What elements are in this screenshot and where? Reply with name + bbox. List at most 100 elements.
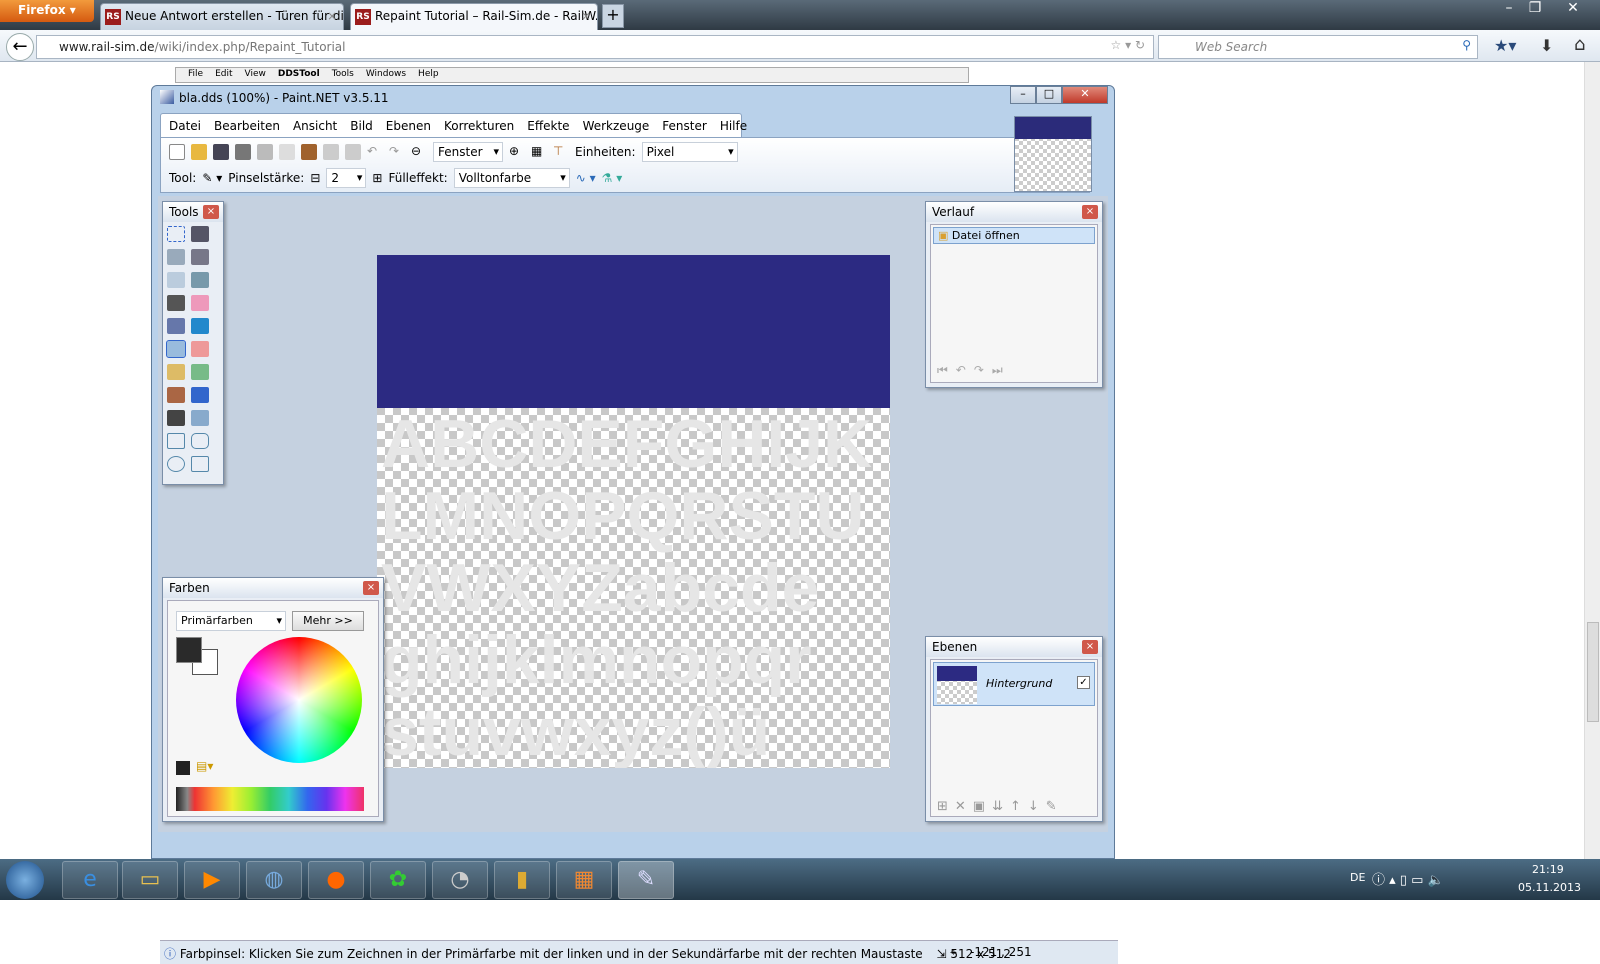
text-icon[interactable] [167, 410, 185, 426]
undo-icon[interactable]: ↶ [367, 144, 383, 160]
gradient-icon[interactable] [191, 318, 209, 334]
menu-bild[interactable]: Bild [350, 119, 373, 133]
download-icon[interactable]: ⬇ [1540, 36, 1553, 55]
restore-icon[interactable]: ❐ [1518, 0, 1552, 16]
icq-icon[interactable]: ✿ [370, 861, 426, 899]
lasso-icon[interactable] [167, 249, 185, 265]
tab-neue-antwort[interactable]: RS Neue Antwort erstellen - Türen für di.… [100, 3, 344, 30]
menu-effekte[interactable]: Effekte [527, 119, 569, 133]
save-icon[interactable] [213, 144, 229, 160]
print-icon[interactable] [235, 144, 251, 160]
gimp-icon[interactable]: ◔ [432, 861, 488, 899]
close-icon[interactable]: ✕ [1556, 0, 1590, 16]
menu-view[interactable]: View [245, 69, 266, 79]
close-panel-icon[interactable]: × [363, 581, 379, 595]
menu-tools[interactable]: Tools [332, 69, 354, 79]
pencil-icon[interactable] [167, 364, 185, 380]
open-file-icon[interactable] [191, 144, 207, 160]
menu-file[interactable]: File [188, 69, 203, 79]
tray-icons[interactable]: ⓘ ▴ ▯ ▭ 🔈 [1372, 869, 1444, 888]
close-tab-icon[interactable]: × [327, 9, 337, 23]
copy-icon[interactable] [279, 144, 295, 160]
menu-korrekturen[interactable]: Korrekturen [444, 119, 514, 133]
zoom-tool-icon[interactable] [191, 272, 209, 288]
color-mode-select[interactable]: Primärfarben [176, 611, 286, 631]
move-selected-icon[interactable] [191, 249, 209, 265]
menu-datei[interactable]: Datei [169, 119, 201, 133]
zoom-in-icon[interactable]: ⊕ [509, 144, 525, 160]
grid-icon[interactable]: ▦ [531, 144, 547, 160]
line-icon[interactable] [191, 410, 209, 426]
back-button[interactable]: ← [6, 33, 34, 61]
paintbrush-tool-icon[interactable]: ✎ ▾ [202, 171, 222, 185]
color-palette[interactable] [176, 787, 364, 811]
antialiasing-icon[interactable]: ∿ ▾ [576, 171, 596, 185]
color-picker-icon[interactable] [191, 364, 209, 380]
close-tab-icon[interactable]: × [581, 9, 591, 23]
zoom-out-icon[interactable]: ⊖ [411, 144, 427, 160]
menu-hilfe[interactable]: Hilfe [720, 119, 747, 133]
clock-date[interactable]: 05.11.2013 [1518, 881, 1581, 894]
menu-ddstool[interactable]: DDSTool [278, 69, 320, 79]
page-scrollbar[interactable] [1584, 62, 1600, 859]
rectangle-icon[interactable] [167, 433, 185, 449]
close-panel-icon[interactable]: × [1082, 205, 1098, 219]
rounded-rectangle-icon[interactable] [191, 433, 209, 449]
office-app-icon[interactable]: ▦ [556, 861, 612, 899]
explorer-icon[interactable]: ▭ [122, 861, 178, 899]
remote-desktop-icon[interactable]: ◍ [246, 861, 302, 899]
menu-help[interactable]: Help [418, 69, 439, 79]
eraser-icon[interactable] [191, 341, 209, 357]
magic-wand-icon[interactable] [167, 295, 185, 311]
paste-icon[interactable] [301, 144, 317, 160]
paintnet-taskbar-icon[interactable]: ✎ [618, 861, 674, 899]
menu-windows[interactable]: Windows [366, 69, 406, 79]
url-bar[interactable]: www.rail-sim.de/wiki/index.php/Repaint_T… [36, 35, 1154, 59]
start-button[interactable] [6, 861, 44, 899]
minimize-button[interactable]: – [1010, 86, 1036, 104]
new-tab-button[interactable]: + [602, 4, 624, 28]
increase-width-icon[interactable]: ⊞ [372, 171, 382, 185]
ellipse-icon[interactable] [167, 456, 185, 472]
clock-time[interactable]: 21:19 [1532, 863, 1564, 876]
home-icon[interactable]: ⌂ [1574, 34, 1585, 55]
blend-mode-icon[interactable]: ⚗ ▾ [602, 171, 623, 185]
bucket-icon[interactable] [167, 318, 185, 334]
more-button[interactable]: Mehr >> [292, 611, 364, 631]
tab-repaint-tutorial[interactable]: RS Repaint Tutorial – Rail-Sim.de - RailW… [350, 3, 598, 30]
close-panel-icon[interactable]: × [203, 205, 219, 219]
primary-color-swatch[interactable] [176, 637, 202, 663]
units-select[interactable]: Pixel [641, 142, 738, 162]
search-icon[interactable]: ⚲ [1462, 38, 1471, 52]
move-selection-icon[interactable] [191, 226, 209, 242]
rectangle-select-icon[interactable] [167, 226, 185, 242]
close-button[interactable]: ✕ [1062, 86, 1108, 104]
menu-ansicht[interactable]: Ansicht [293, 119, 337, 133]
recolor-icon[interactable] [191, 387, 209, 403]
firefox-icon[interactable]: ● [308, 861, 364, 899]
paintbrush-icon[interactable] [166, 340, 186, 358]
redo-icon[interactable]: ↷ [389, 144, 405, 160]
history-controls[interactable]: ⏮↶↷⏭ [937, 363, 1011, 378]
language-indicator[interactable]: DE [1350, 871, 1365, 884]
freeform-shape-icon[interactable] [191, 456, 209, 472]
pan-icon[interactable] [191, 295, 209, 311]
bookmarks-icon[interactable]: ★▾ [1494, 36, 1516, 55]
menu-ebenen[interactable]: Ebenen [386, 119, 431, 133]
palette-menu-icon[interactable]: ▤▾ [196, 759, 213, 773]
ellipse-select-icon[interactable] [167, 272, 185, 288]
add-color-icon[interactable] [176, 761, 190, 775]
layer-item[interactable]: Hintergrund ✓ [933, 662, 1095, 706]
menu-fenster[interactable]: Fenster [662, 119, 707, 133]
train-app-icon[interactable]: ▮ [494, 861, 550, 899]
decrease-width-icon[interactable]: ⊟ [310, 171, 320, 185]
bookmark-star-icon[interactable]: ☆ ▾ ↻ [1111, 38, 1145, 52]
clone-stamp-icon[interactable] [167, 387, 185, 403]
web-search-input[interactable]: Web Search ⚲ [1158, 35, 1478, 59]
maximize-button[interactable]: □ [1036, 86, 1062, 104]
crop-icon[interactable] [323, 144, 339, 160]
ruler-icon[interactable]: ⊤ [553, 144, 569, 160]
new-file-icon[interactable] [169, 144, 185, 160]
history-item[interactable]: ▣ Datei öffnen [933, 227, 1095, 244]
internet-explorer-icon[interactable]: e [62, 861, 118, 899]
